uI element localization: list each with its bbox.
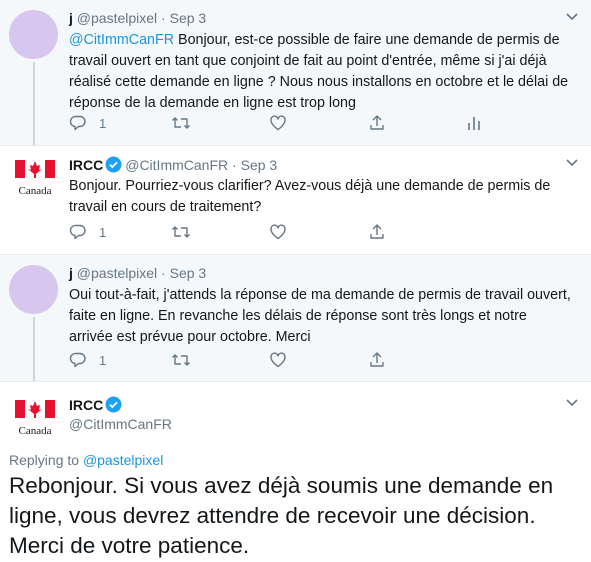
retweet-icon [172, 354, 190, 366]
share-icon [370, 224, 384, 239]
replying-to-link[interactable]: @pastelpixel [83, 452, 163, 468]
share-button[interactable] [368, 223, 386, 241]
chevron-down-icon[interactable] [565, 158, 579, 168]
chevron-down-icon[interactable] [565, 398, 579, 408]
tweet-date[interactable]: Sep 3 [170, 10, 207, 26]
user-handle[interactable]: @pastelpixel [77, 10, 157, 26]
separator-dot: · [232, 157, 237, 173]
thread-line [33, 317, 35, 381]
analytics-button[interactable] [466, 114, 482, 132]
tweet-actions: 1 [69, 223, 489, 243]
reply-count: 1 [99, 115, 107, 131]
share-icon [370, 115, 384, 130]
user-handle[interactable]: @pastelpixel [77, 265, 157, 281]
tweet-pastelpixel-2[interactable]: j @pastelpixel · Sep 3 Oui tout-à-fait, … [0, 255, 591, 382]
share-button[interactable] [368, 351, 386, 369]
like-button[interactable] [269, 351, 287, 369]
ircc-logo-avatar[interactable]: Canada [9, 152, 61, 204]
tweet-date[interactable]: Sep 3 [170, 265, 207, 281]
user-name[interactable]: j [69, 265, 73, 281]
like-icon [270, 115, 286, 131]
tweet-header: IRCC [69, 396, 125, 413]
like-icon [270, 352, 286, 368]
tweet-text: @CitImmCanFR Bonjour, est-ce possible de… [69, 30, 574, 114]
tweet-ircc-1[interactable]: Canada IRCC @CitImmCanFR · Sep 3 Bonjour.… [0, 146, 591, 255]
user-handle[interactable]: @CitImmCanFR [125, 157, 228, 173]
thread-line [33, 62, 35, 145]
retweet-button[interactable] [171, 223, 191, 241]
reply-icon [69, 352, 86, 368]
tweet-text: Oui tout-à-fait, j'attends la réponse de… [69, 287, 571, 345]
retweet-icon [172, 226, 190, 238]
tweet-header: j @pastelpixel · Sep 3 [69, 265, 206, 281]
replying-prefix: Replying to [9, 452, 83, 468]
main-tweet-text: Rebonjour. Si vous avez déjà soumis une … [9, 473, 554, 558]
canada-wordmark: Canada [19, 425, 52, 437]
reply-count: 1 [99, 224, 107, 240]
ircc-logo-avatar[interactable]: Canada [9, 392, 61, 444]
analytics-icon [468, 117, 480, 130]
main-tweet: Canada IRCC @CitImmCanFR Replying to @pa… [0, 382, 591, 562]
user-handle[interactable]: @CitImmCanFR [69, 416, 172, 432]
user-name[interactable]: IRCC [69, 397, 103, 413]
retweet-icon [172, 117, 190, 129]
canada-wordmark: Canada [19, 185, 52, 197]
like-icon [270, 224, 286, 240]
tweet-header: j @pastelpixel · Sep 3 [69, 10, 206, 26]
avatar[interactable] [9, 10, 58, 59]
separator-dot: · [161, 265, 166, 281]
retweet-button[interactable] [171, 114, 191, 132]
verified-badge-icon [105, 156, 122, 173]
tweet-pastelpixel-1[interactable]: j @pastelpixel · Sep 3 @CitImmCanFR Bonj… [0, 0, 591, 146]
mention-link[interactable]: @CitImmCanFR [69, 32, 174, 48]
chevron-down-icon[interactable] [565, 12, 579, 22]
reply-button[interactable]: 1 [69, 351, 106, 369]
avatar[interactable] [9, 265, 58, 314]
tweet-header: IRCC @CitImmCanFR · Sep 3 [69, 156, 277, 173]
tweet-actions: 1 [69, 114, 489, 134]
user-name[interactable]: j [69, 10, 73, 26]
share-button[interactable] [368, 114, 386, 132]
tweet-actions: 1 [69, 351, 489, 371]
separator-dot: · [161, 10, 166, 26]
reply-button[interactable]: 1 [69, 223, 106, 241]
reply-count: 1 [99, 352, 107, 368]
tweet-date[interactable]: Sep 3 [241, 157, 278, 173]
like-button[interactable] [269, 114, 287, 132]
tweet-text: Bonjour. Pourriez-vous clarifier? Avez-v… [69, 178, 551, 215]
like-button[interactable] [269, 223, 287, 241]
verified-badge-icon [105, 396, 122, 413]
user-name[interactable]: IRCC [69, 157, 103, 173]
share-icon [370, 352, 384, 367]
retweet-button[interactable] [171, 351, 191, 369]
reply-icon [69, 115, 86, 131]
reply-button[interactable]: 1 [69, 114, 106, 132]
replying-to: Replying to @pastelpixel [9, 452, 163, 468]
reply-icon [69, 224, 86, 240]
